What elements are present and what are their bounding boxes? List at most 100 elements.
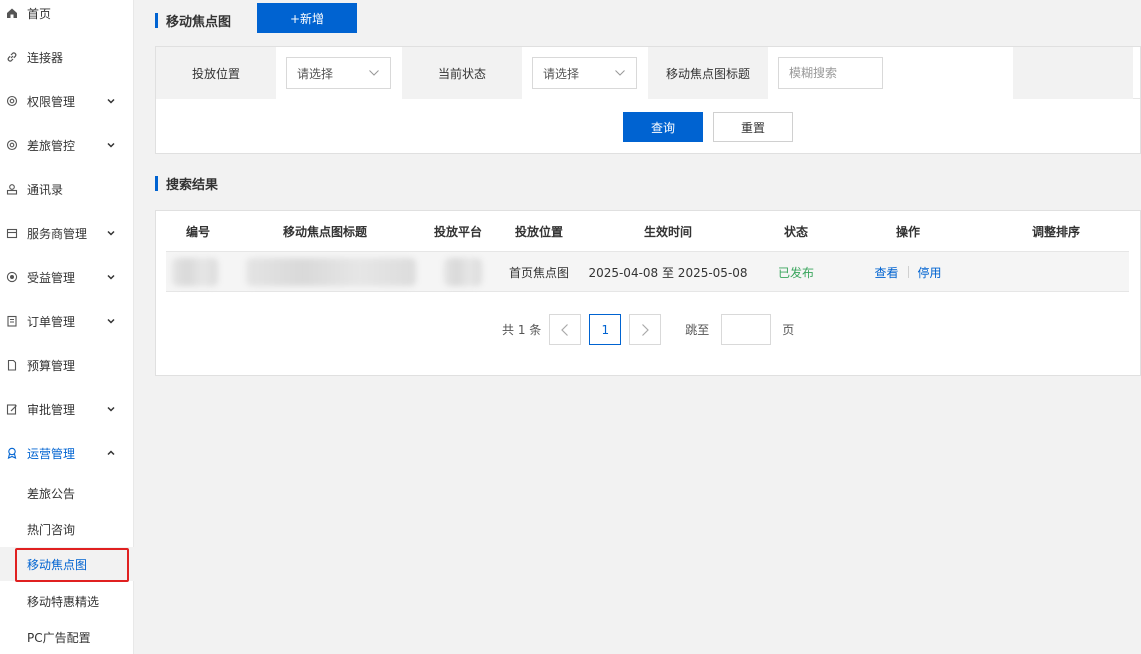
title-search-input[interactable] (778, 57, 883, 89)
sidebar-item-label: 订单管理 (27, 314, 76, 329)
results-panel: 编号 移动焦点图标题 投放平台 投放位置 生效时间 状态 操作 调整排序 首页焦… (155, 210, 1141, 376)
disable-link[interactable]: 停用 (918, 264, 942, 281)
column-header: 投放平台 (433, 225, 482, 239)
page-title-text: 移动焦点图 (166, 15, 232, 30)
chevron-down-icon (368, 67, 380, 79)
query-button[interactable]: 查询 (623, 112, 703, 142)
document-icon (6, 315, 18, 327)
blurred-id (172, 258, 218, 286)
gear-icon (6, 95, 18, 107)
sidebar-item-approval[interactable]: 审批管理 (0, 394, 134, 424)
total-count: 共 1 条 (502, 323, 542, 337)
sidebar-item-label: 连接器 (27, 50, 64, 65)
column-header: 编号 (185, 225, 210, 239)
page-title: 移动焦点图 (155, 11, 231, 30)
chevron-left-icon (561, 323, 569, 336)
jump-page-input[interactable] (721, 314, 772, 345)
sidebar-item-travel-control[interactable]: 差旅管控 (0, 130, 134, 160)
box-icon (6, 227, 18, 239)
file-icon (6, 359, 18, 371)
status-select[interactable]: 请选择 (532, 57, 637, 89)
chevron-down-icon (106, 96, 116, 106)
chevron-down-icon (106, 404, 116, 414)
sidebar-subitem-label: 热门咨询 (27, 522, 76, 537)
position-field: 请选择 (276, 47, 402, 99)
sidebar-item-operation[interactable]: 运营管理 (0, 438, 134, 468)
position-select-value: 请选择 (297, 66, 334, 81)
chevron-down-icon (614, 67, 626, 79)
sidebar-subitem-hot-consult[interactable]: 热门咨询 (0, 512, 134, 546)
status-select-value: 请选择 (543, 66, 580, 81)
chevron-down-icon (106, 228, 116, 238)
filter-spacer (1013, 47, 1133, 99)
sidebar-item-order[interactable]: 订单管理 (0, 306, 134, 336)
filter-panel: 投放位置 请选择 当前状态 请选择 移动焦点图标题 查询 重置 (155, 46, 1141, 154)
sidebar-item-budget[interactable]: 预算管理 (0, 350, 134, 380)
column-header: 状态 (783, 225, 808, 239)
chevron-down-icon (106, 140, 116, 150)
sidebar-item-label: 首页 (27, 6, 52, 21)
home-icon (6, 7, 18, 19)
sidebar-subitem-label: 移动焦点图 (27, 557, 88, 572)
cell-effective-time: 2025-04-08 至 2025-05-08 (588, 265, 748, 280)
page-number-current[interactable]: 1 (589, 314, 622, 345)
chevron-down-icon (106, 316, 116, 326)
sidebar-item-label: 服务商管理 (27, 226, 88, 241)
contacts-icon (6, 183, 18, 195)
position-label: 投放位置 (156, 47, 276, 99)
position-select[interactable]: 请选择 (286, 57, 391, 89)
sidebar-subitem-label: 差旅公告 (27, 486, 76, 501)
status-field: 请选择 (522, 47, 648, 99)
results-title: 搜索结果 (155, 174, 218, 193)
table-header: 编号 移动焦点图标题 投放平台 投放位置 生效时间 状态 操作 调整排序 (166, 211, 1129, 252)
results-title-text: 搜索结果 (166, 178, 219, 193)
sidebar-item-benefit[interactable]: 受益管理 (0, 262, 134, 292)
column-header: 调整排序 (1031, 225, 1080, 239)
blurred-platform (444, 258, 482, 286)
view-link[interactable]: 查看 (874, 264, 898, 281)
title-label: 移动焦点图标题 (648, 47, 768, 99)
status-badge: 已发布 (777, 265, 814, 280)
reset-button[interactable]: 重置 (713, 112, 793, 142)
sidebar-subitem-travel-notice[interactable]: 差旅公告 (0, 476, 134, 510)
sidebar-item-home[interactable]: 首页 (0, 0, 134, 28)
op-divider (907, 266, 909, 278)
sidebar-subitem-mobile-banner[interactable]: 移动焦点图 (0, 547, 134, 582)
sidebar-item-contacts[interactable]: 通讯录 (0, 174, 134, 204)
jump-label: 跳至 (685, 323, 710, 337)
status-label: 当前状态 (402, 47, 522, 99)
edit-icon (6, 403, 18, 415)
column-header: 生效时间 (643, 225, 692, 239)
sidebar-item-permission[interactable]: 权限管理 (0, 86, 134, 116)
title-field (768, 47, 1013, 99)
sidebar-item-label: 受益管理 (27, 270, 76, 285)
sidebar-item-label: 差旅管控 (27, 138, 76, 153)
filter-row: 投放位置 请选择 当前状态 请选择 移动焦点图标题 (156, 47, 1140, 99)
next-page-button[interactable] (629, 314, 662, 345)
gear-icon (6, 139, 18, 151)
table-row: 首页焦点图 2025-04-08 至 2025-05-08 已发布 查看 停用 (166, 252, 1129, 292)
cell-operations: 查看 停用 (858, 252, 958, 292)
sidebar: 首页 连接器 权限管理 差旅管控 通讯录 服务商管理 受益管理 订单管理 预算管… (0, 0, 134, 654)
sidebar-item-connector[interactable]: 连接器 (0, 42, 134, 72)
blurred-title (246, 258, 416, 286)
coin-icon (6, 271, 18, 283)
sidebar-item-label: 审批管理 (27, 402, 76, 417)
sidebar-subitem-mobile-deals[interactable]: 移动特惠精选 (0, 584, 134, 618)
prev-page-button[interactable] (549, 314, 582, 345)
column-header: 移动焦点图标题 (282, 225, 367, 239)
award-icon (6, 447, 18, 459)
column-header: 操作 (895, 225, 920, 239)
sidebar-item-label: 权限管理 (27, 94, 76, 109)
pagination: 共 1 条 1 跳至 页 (502, 314, 794, 345)
link-icon (6, 51, 18, 63)
sidebar-item-label: 预算管理 (27, 358, 76, 373)
sidebar-subitem-pc-ads[interactable]: PC广告配置 (0, 620, 134, 654)
sidebar-subitem-label: PC广告配置 (27, 630, 91, 645)
column-header: 投放位置 (514, 225, 563, 239)
chevron-up-icon (106, 448, 116, 458)
chevron-down-icon (106, 272, 116, 282)
sidebar-item-provider[interactable]: 服务商管理 (0, 218, 134, 248)
page-unit-label: 页 (782, 323, 795, 337)
add-button[interactable]: +新增 (257, 3, 357, 33)
